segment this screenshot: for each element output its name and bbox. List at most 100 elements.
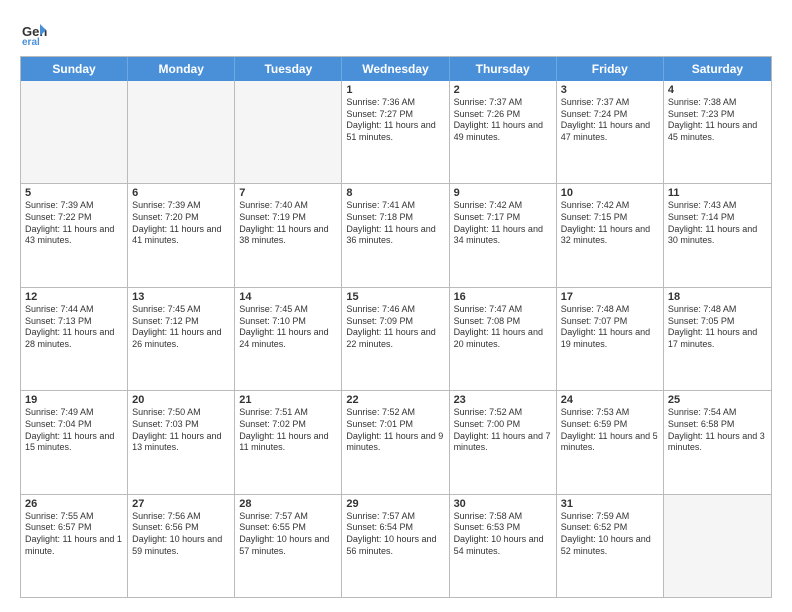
calendar-cell: 8Sunrise: 7:41 AM Sunset: 7:18 PM Daylig…: [342, 184, 449, 286]
cell-info: Sunrise: 7:50 AM Sunset: 7:03 PM Dayligh…: [132, 407, 230, 454]
cell-info: Sunrise: 7:54 AM Sunset: 6:58 PM Dayligh…: [668, 407, 767, 454]
calendar-body: 1Sunrise: 7:36 AM Sunset: 7:27 PM Daylig…: [21, 81, 771, 597]
cell-info: Sunrise: 7:45 AM Sunset: 7:10 PM Dayligh…: [239, 304, 337, 351]
cell-date: 16: [454, 291, 552, 303]
calendar-cell: 23Sunrise: 7:52 AM Sunset: 7:00 PM Dayli…: [450, 391, 557, 493]
cell-date: 9: [454, 187, 552, 199]
header-cell-monday: Monday: [128, 57, 235, 81]
cell-date: 6: [132, 187, 230, 199]
calendar-cell: [128, 81, 235, 183]
cell-date: 7: [239, 187, 337, 199]
calendar-cell: 22Sunrise: 7:52 AM Sunset: 7:01 PM Dayli…: [342, 391, 449, 493]
calendar-cell: [235, 81, 342, 183]
cell-info: Sunrise: 7:45 AM Sunset: 7:12 PM Dayligh…: [132, 304, 230, 351]
cell-date: 12: [25, 291, 123, 303]
calendar-cell: 20Sunrise: 7:50 AM Sunset: 7:03 PM Dayli…: [128, 391, 235, 493]
calendar-cell: 21Sunrise: 7:51 AM Sunset: 7:02 PM Dayli…: [235, 391, 342, 493]
cell-info: Sunrise: 7:41 AM Sunset: 7:18 PM Dayligh…: [346, 200, 444, 247]
calendar-cell: 24Sunrise: 7:53 AM Sunset: 6:59 PM Dayli…: [557, 391, 664, 493]
calendar-row-0: 1Sunrise: 7:36 AM Sunset: 7:27 PM Daylig…: [21, 81, 771, 184]
cell-info: Sunrise: 7:58 AM Sunset: 6:53 PM Dayligh…: [454, 511, 552, 558]
cell-date: 4: [668, 84, 767, 96]
cell-info: Sunrise: 7:43 AM Sunset: 7:14 PM Dayligh…: [668, 200, 767, 247]
header-cell-friday: Friday: [557, 57, 664, 81]
cell-date: 25: [668, 394, 767, 406]
cell-info: Sunrise: 7:47 AM Sunset: 7:08 PM Dayligh…: [454, 304, 552, 351]
cell-date: 29: [346, 498, 444, 510]
logo: Gen eral: [20, 18, 52, 46]
header-cell-sunday: Sunday: [21, 57, 128, 81]
calendar-cell: 14Sunrise: 7:45 AM Sunset: 7:10 PM Dayli…: [235, 288, 342, 390]
logo-icon: Gen eral: [20, 18, 48, 46]
cell-info: Sunrise: 7:55 AM Sunset: 6:57 PM Dayligh…: [25, 511, 123, 558]
cell-date: 28: [239, 498, 337, 510]
cell-info: Sunrise: 7:39 AM Sunset: 7:20 PM Dayligh…: [132, 200, 230, 247]
cell-date: 17: [561, 291, 659, 303]
cell-info: Sunrise: 7:44 AM Sunset: 7:13 PM Dayligh…: [25, 304, 123, 351]
calendar-cell: 27Sunrise: 7:56 AM Sunset: 6:56 PM Dayli…: [128, 495, 235, 597]
cell-info: Sunrise: 7:51 AM Sunset: 7:02 PM Dayligh…: [239, 407, 337, 454]
cell-info: Sunrise: 7:57 AM Sunset: 6:54 PM Dayligh…: [346, 511, 444, 558]
cell-date: 15: [346, 291, 444, 303]
calendar-row-1: 5Sunrise: 7:39 AM Sunset: 7:22 PM Daylig…: [21, 184, 771, 287]
calendar-header-row: SundayMondayTuesdayWednesdayThursdayFrid…: [21, 57, 771, 81]
cell-date: 19: [25, 394, 123, 406]
calendar-cell: 17Sunrise: 7:48 AM Sunset: 7:07 PM Dayli…: [557, 288, 664, 390]
cell-info: Sunrise: 7:38 AM Sunset: 7:23 PM Dayligh…: [668, 97, 767, 144]
header-cell-thursday: Thursday: [450, 57, 557, 81]
calendar-cell: 18Sunrise: 7:48 AM Sunset: 7:05 PM Dayli…: [664, 288, 771, 390]
calendar-cell: 16Sunrise: 7:47 AM Sunset: 7:08 PM Dayli…: [450, 288, 557, 390]
calendar-cell: 3Sunrise: 7:37 AM Sunset: 7:24 PM Daylig…: [557, 81, 664, 183]
cell-date: 5: [25, 187, 123, 199]
calendar-cell: 7Sunrise: 7:40 AM Sunset: 7:19 PM Daylig…: [235, 184, 342, 286]
cell-date: 23: [454, 394, 552, 406]
cell-info: Sunrise: 7:42 AM Sunset: 7:15 PM Dayligh…: [561, 200, 659, 247]
calendar-cell: 26Sunrise: 7:55 AM Sunset: 6:57 PM Dayli…: [21, 495, 128, 597]
cell-info: Sunrise: 7:46 AM Sunset: 7:09 PM Dayligh…: [346, 304, 444, 351]
cell-date: 20: [132, 394, 230, 406]
cell-date: 10: [561, 187, 659, 199]
cell-date: 13: [132, 291, 230, 303]
cell-date: 2: [454, 84, 552, 96]
calendar-cell: 2Sunrise: 7:37 AM Sunset: 7:26 PM Daylig…: [450, 81, 557, 183]
calendar-cell: 11Sunrise: 7:43 AM Sunset: 7:14 PM Dayli…: [664, 184, 771, 286]
cell-date: 26: [25, 498, 123, 510]
cell-info: Sunrise: 7:37 AM Sunset: 7:26 PM Dayligh…: [454, 97, 552, 144]
cell-date: 8: [346, 187, 444, 199]
calendar-row-2: 12Sunrise: 7:44 AM Sunset: 7:13 PM Dayli…: [21, 288, 771, 391]
cell-info: Sunrise: 7:52 AM Sunset: 7:00 PM Dayligh…: [454, 407, 552, 454]
cell-info: Sunrise: 7:36 AM Sunset: 7:27 PM Dayligh…: [346, 97, 444, 144]
calendar-cell: [664, 495, 771, 597]
calendar-cell: [21, 81, 128, 183]
svg-text:eral: eral: [22, 37, 40, 46]
calendar-cell: 10Sunrise: 7:42 AM Sunset: 7:15 PM Dayli…: [557, 184, 664, 286]
cell-date: 24: [561, 394, 659, 406]
calendar-cell: 12Sunrise: 7:44 AM Sunset: 7:13 PM Dayli…: [21, 288, 128, 390]
calendar-cell: 1Sunrise: 7:36 AM Sunset: 7:27 PM Daylig…: [342, 81, 449, 183]
cell-info: Sunrise: 7:37 AM Sunset: 7:24 PM Dayligh…: [561, 97, 659, 144]
calendar-cell: 31Sunrise: 7:59 AM Sunset: 6:52 PM Dayli…: [557, 495, 664, 597]
cell-date: 22: [346, 394, 444, 406]
cell-date: 3: [561, 84, 659, 96]
cell-date: 31: [561, 498, 659, 510]
calendar-row-4: 26Sunrise: 7:55 AM Sunset: 6:57 PM Dayli…: [21, 495, 771, 597]
cell-info: Sunrise: 7:39 AM Sunset: 7:22 PM Dayligh…: [25, 200, 123, 247]
calendar-cell: 9Sunrise: 7:42 AM Sunset: 7:17 PM Daylig…: [450, 184, 557, 286]
cell-info: Sunrise: 7:59 AM Sunset: 6:52 PM Dayligh…: [561, 511, 659, 558]
cell-date: 18: [668, 291, 767, 303]
calendar-cell: 25Sunrise: 7:54 AM Sunset: 6:58 PM Dayli…: [664, 391, 771, 493]
cell-info: Sunrise: 7:48 AM Sunset: 7:07 PM Dayligh…: [561, 304, 659, 351]
header-cell-wednesday: Wednesday: [342, 57, 449, 81]
calendar-cell: 30Sunrise: 7:58 AM Sunset: 6:53 PM Dayli…: [450, 495, 557, 597]
cell-info: Sunrise: 7:57 AM Sunset: 6:55 PM Dayligh…: [239, 511, 337, 558]
calendar-cell: 5Sunrise: 7:39 AM Sunset: 7:22 PM Daylig…: [21, 184, 128, 286]
calendar-cell: 28Sunrise: 7:57 AM Sunset: 6:55 PM Dayli…: [235, 495, 342, 597]
cell-date: 21: [239, 394, 337, 406]
cell-info: Sunrise: 7:53 AM Sunset: 6:59 PM Dayligh…: [561, 407, 659, 454]
cell-info: Sunrise: 7:40 AM Sunset: 7:19 PM Dayligh…: [239, 200, 337, 247]
header-cell-tuesday: Tuesday: [235, 57, 342, 81]
cell-info: Sunrise: 7:56 AM Sunset: 6:56 PM Dayligh…: [132, 511, 230, 558]
calendar-cell: 29Sunrise: 7:57 AM Sunset: 6:54 PM Dayli…: [342, 495, 449, 597]
cell-date: 11: [668, 187, 767, 199]
calendar: SundayMondayTuesdayWednesdayThursdayFrid…: [20, 56, 772, 598]
